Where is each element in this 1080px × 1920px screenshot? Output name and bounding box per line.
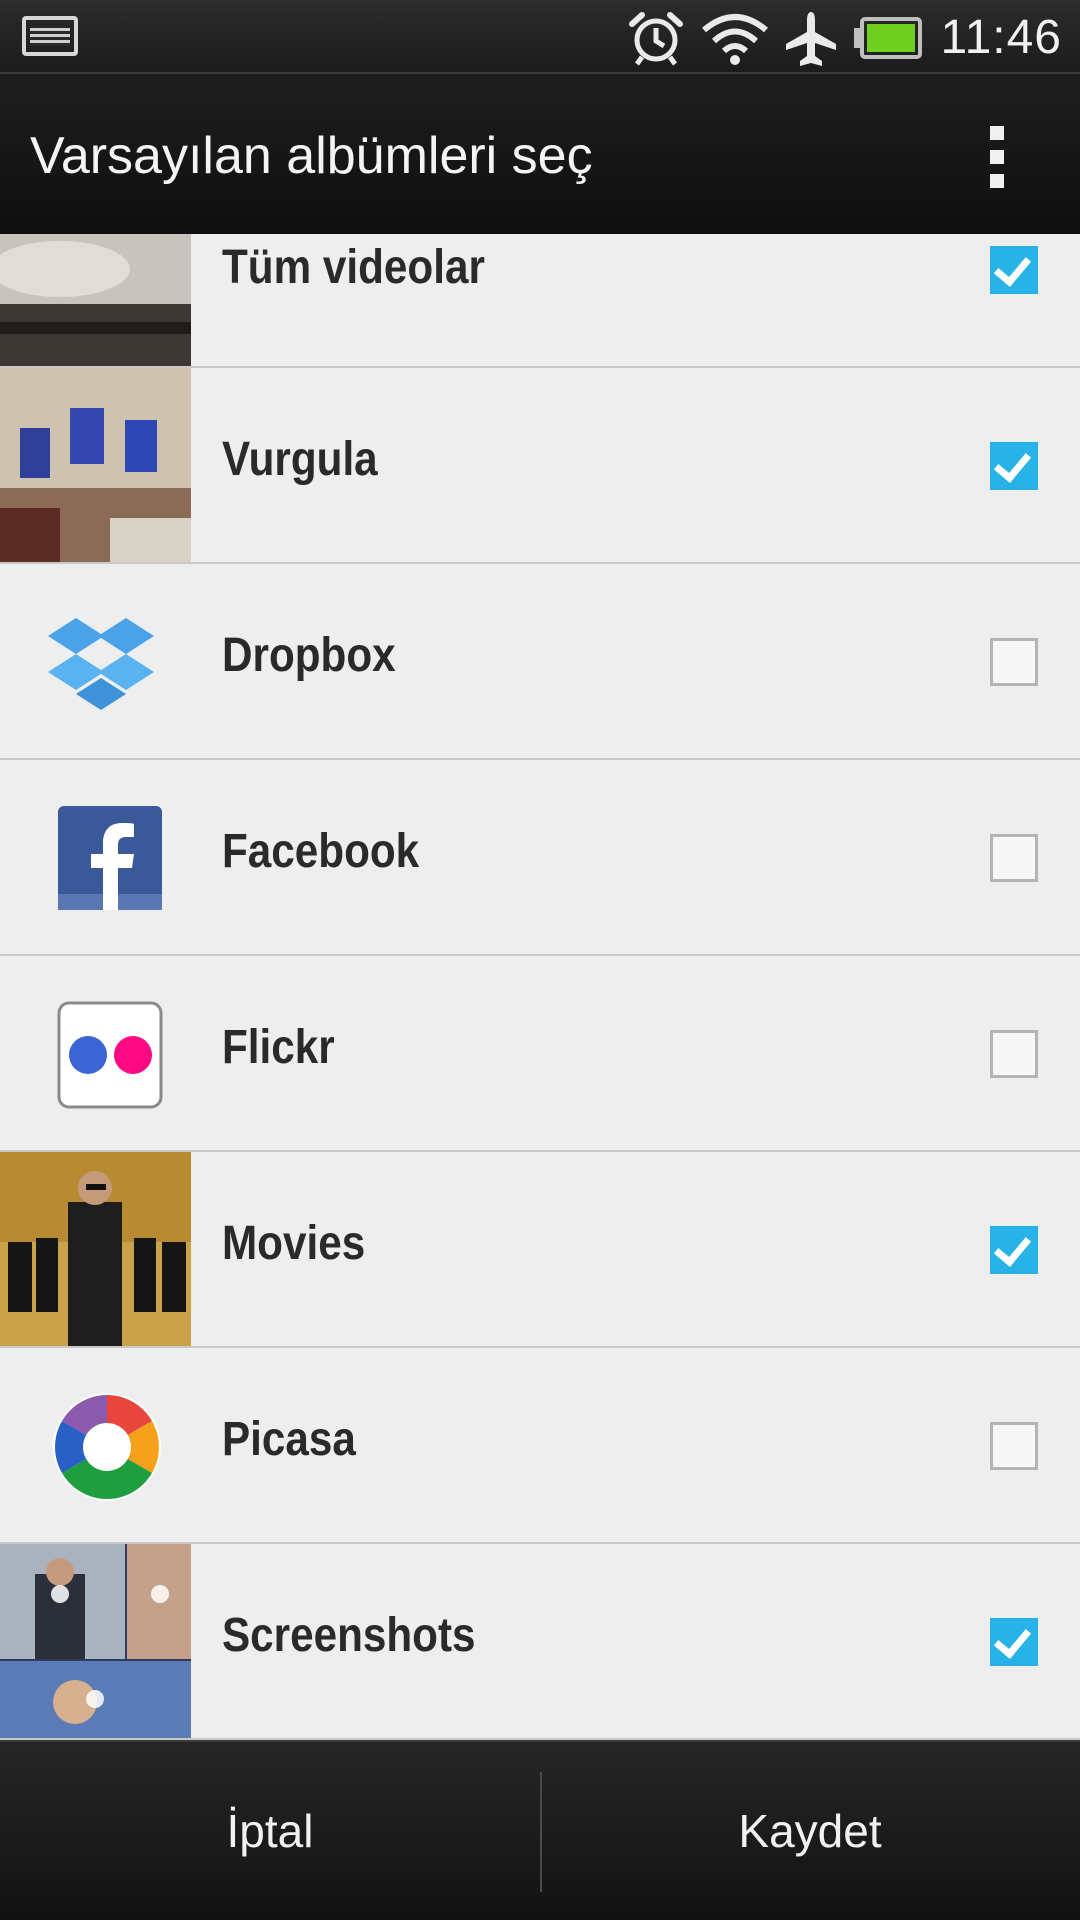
album-label: Facebook: [222, 825, 420, 878]
screenshot-icon: [22, 16, 78, 56]
highlight-thumbnail: [0, 368, 191, 562]
album-item-screenshots[interactable]: Screenshots: [0, 1544, 1080, 1740]
album-checkbox[interactable]: [990, 1226, 1038, 1274]
battery-icon: [854, 17, 922, 59]
picasa-icon: [53, 1393, 161, 1501]
facebook-icon: [58, 806, 162, 910]
album-item-picasa[interactable]: Picasa: [0, 1348, 1080, 1544]
album-label: Dropbox: [222, 629, 396, 682]
album-checkbox[interactable]: [990, 442, 1038, 490]
airplane-mode-icon: [786, 12, 836, 66]
status-bar: 11:46: [0, 0, 1080, 74]
album-item-tum-videolar[interactable]: Tüm videolar: [0, 234, 1080, 368]
album-label: Picasa: [222, 1413, 356, 1466]
page-title: Varsayılan albümleri seç: [30, 127, 593, 185]
album-item-vurgula[interactable]: Vurgula: [0, 368, 1080, 564]
album-label: Flickr: [222, 1021, 335, 1074]
album-label: Tüm videolar: [222, 241, 485, 294]
album-checkbox[interactable]: [990, 834, 1038, 882]
screenshots-thumbnail: [0, 1544, 191, 1738]
album-item-dropbox[interactable]: Dropbox: [0, 564, 1080, 760]
dropbox-icon: [48, 618, 154, 710]
album-item-flickr[interactable]: Flickr: [0, 956, 1080, 1152]
video-thumbnail: [0, 234, 191, 366]
album-item-facebook[interactable]: Facebook: [0, 760, 1080, 956]
album-item-movies[interactable]: Movies: [0, 1152, 1080, 1348]
album-checkbox[interactable]: [990, 1618, 1038, 1666]
overflow-menu-icon[interactable]: [990, 126, 1006, 190]
album-label: Screenshots: [222, 1609, 476, 1662]
album-checkbox[interactable]: [990, 1030, 1038, 1078]
status-time: 11:46: [940, 11, 1062, 64]
wifi-icon: [702, 14, 768, 65]
action-bar: Varsayılan albümleri seç: [0, 74, 1080, 234]
movies-thumbnail: [0, 1152, 191, 1346]
save-button[interactable]: Kaydet: [540, 1742, 1080, 1920]
album-checkbox[interactable]: [990, 638, 1038, 686]
album-checkbox[interactable]: [990, 246, 1038, 294]
album-label: Vurgula: [222, 433, 378, 486]
alarm-icon: [629, 12, 683, 66]
album-label: Movies: [222, 1217, 366, 1270]
cancel-button[interactable]: İptal: [0, 1742, 540, 1920]
album-list: Tüm videolar Vurgula Dropbox Facebook Fl…: [0, 234, 1080, 1740]
album-checkbox[interactable]: [990, 1422, 1038, 1470]
flickr-icon: [57, 1001, 163, 1109]
bottom-bar: İptal Kaydet: [0, 1740, 1080, 1920]
